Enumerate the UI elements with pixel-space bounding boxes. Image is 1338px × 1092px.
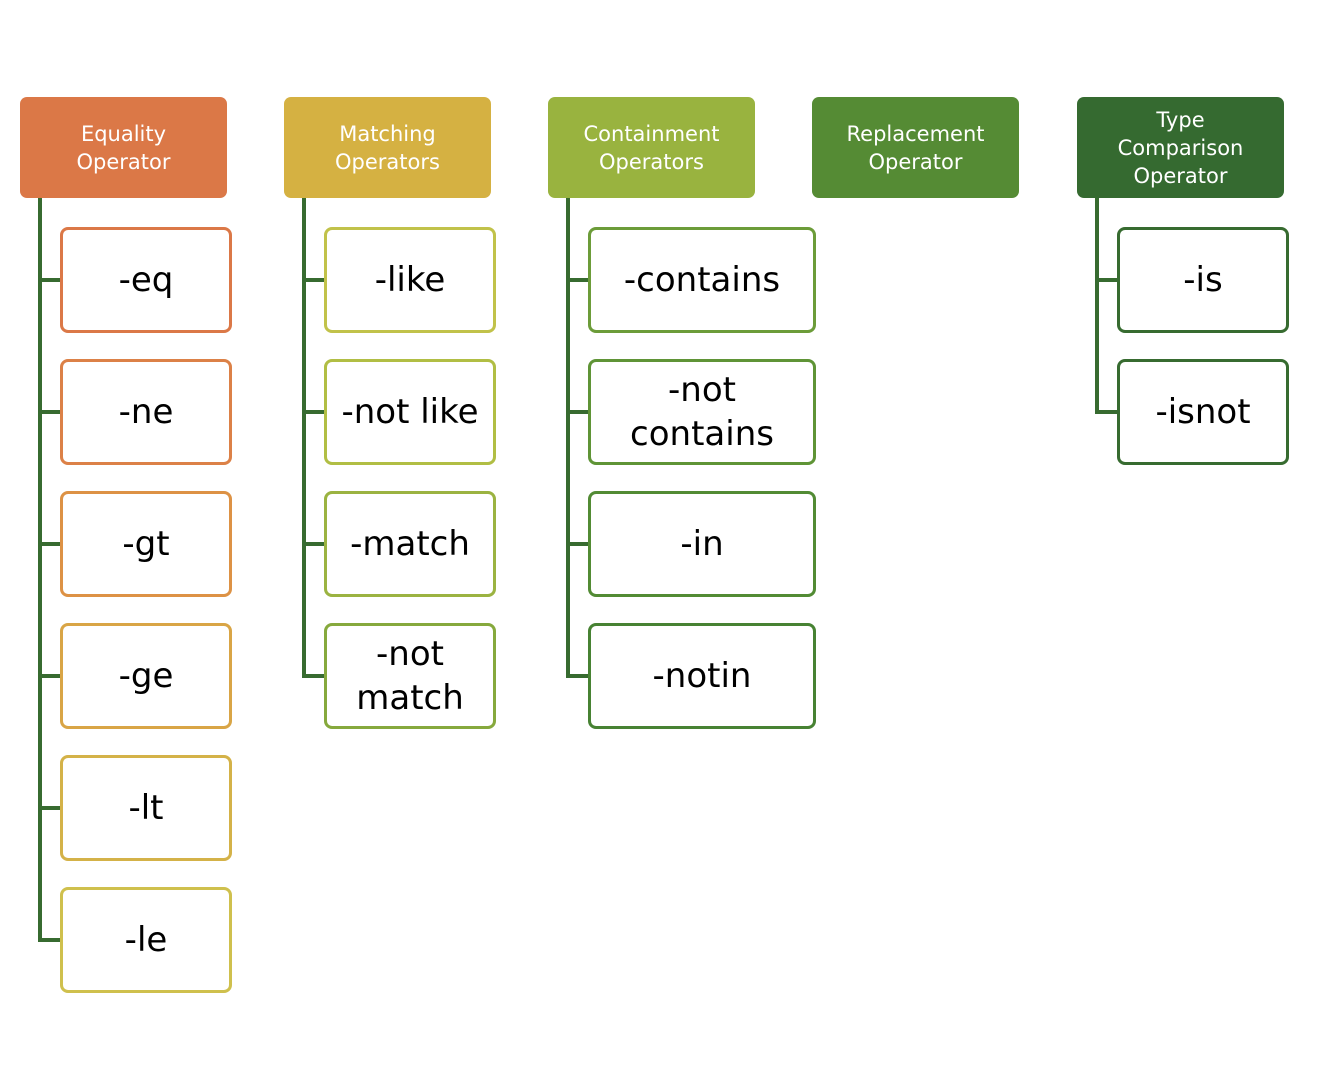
connector-branch-line [302,410,324,414]
operator-node-match: -match [324,491,496,597]
operator-node-notin: -notin [588,623,816,729]
connector-branch-line [38,806,60,810]
operator-node-isnot: -isnot [1117,359,1289,465]
group-header-replacement-operator: Replacement Operator [812,97,1019,198]
connector-branch-line [38,278,60,282]
connector-branch-line [566,542,588,546]
operator-node-contains: -contains [588,227,816,333]
connector-vertical-line [1095,198,1099,414]
connector-branch-line [38,938,60,942]
connector-vertical-line [38,198,42,942]
group-header-containment-operators: Containment Operators [548,97,755,198]
group-header-matching-operators: Matching Operators [284,97,491,198]
connector-branch-line [38,542,60,546]
operator-node-like: -like [324,227,496,333]
operator-node-ne: -ne [60,359,232,465]
operator-node-le: -le [60,887,232,993]
operator-node-in: -in [588,491,816,597]
connector-vertical-line [302,198,306,678]
connector-branch-line [302,278,324,282]
connector-branch-line [1095,410,1117,414]
operator-node-not-contains: -not contains [588,359,816,465]
operator-node-not-like: -not like [324,359,496,465]
connector-vertical-line [566,198,570,678]
operator-node-ge: -ge [60,623,232,729]
connector-branch-line [566,410,588,414]
connector-branch-line [566,278,588,282]
connector-branch-line [38,674,60,678]
operator-node-is: -is [1117,227,1289,333]
connector-branch-line [566,674,588,678]
operator-node-not-match: -not match [324,623,496,729]
connector-branch-line [302,674,324,678]
operator-node-eq: -eq [60,227,232,333]
group-header-type-comparison-operator: Type Comparison Operator [1077,97,1284,198]
connector-branch-line [38,410,60,414]
connector-branch-line [302,542,324,546]
operator-node-lt: -lt [60,755,232,861]
operator-node-gt: -gt [60,491,232,597]
group-header-equality-operator: Equality Operator [20,97,227,198]
connector-branch-line [1095,278,1117,282]
